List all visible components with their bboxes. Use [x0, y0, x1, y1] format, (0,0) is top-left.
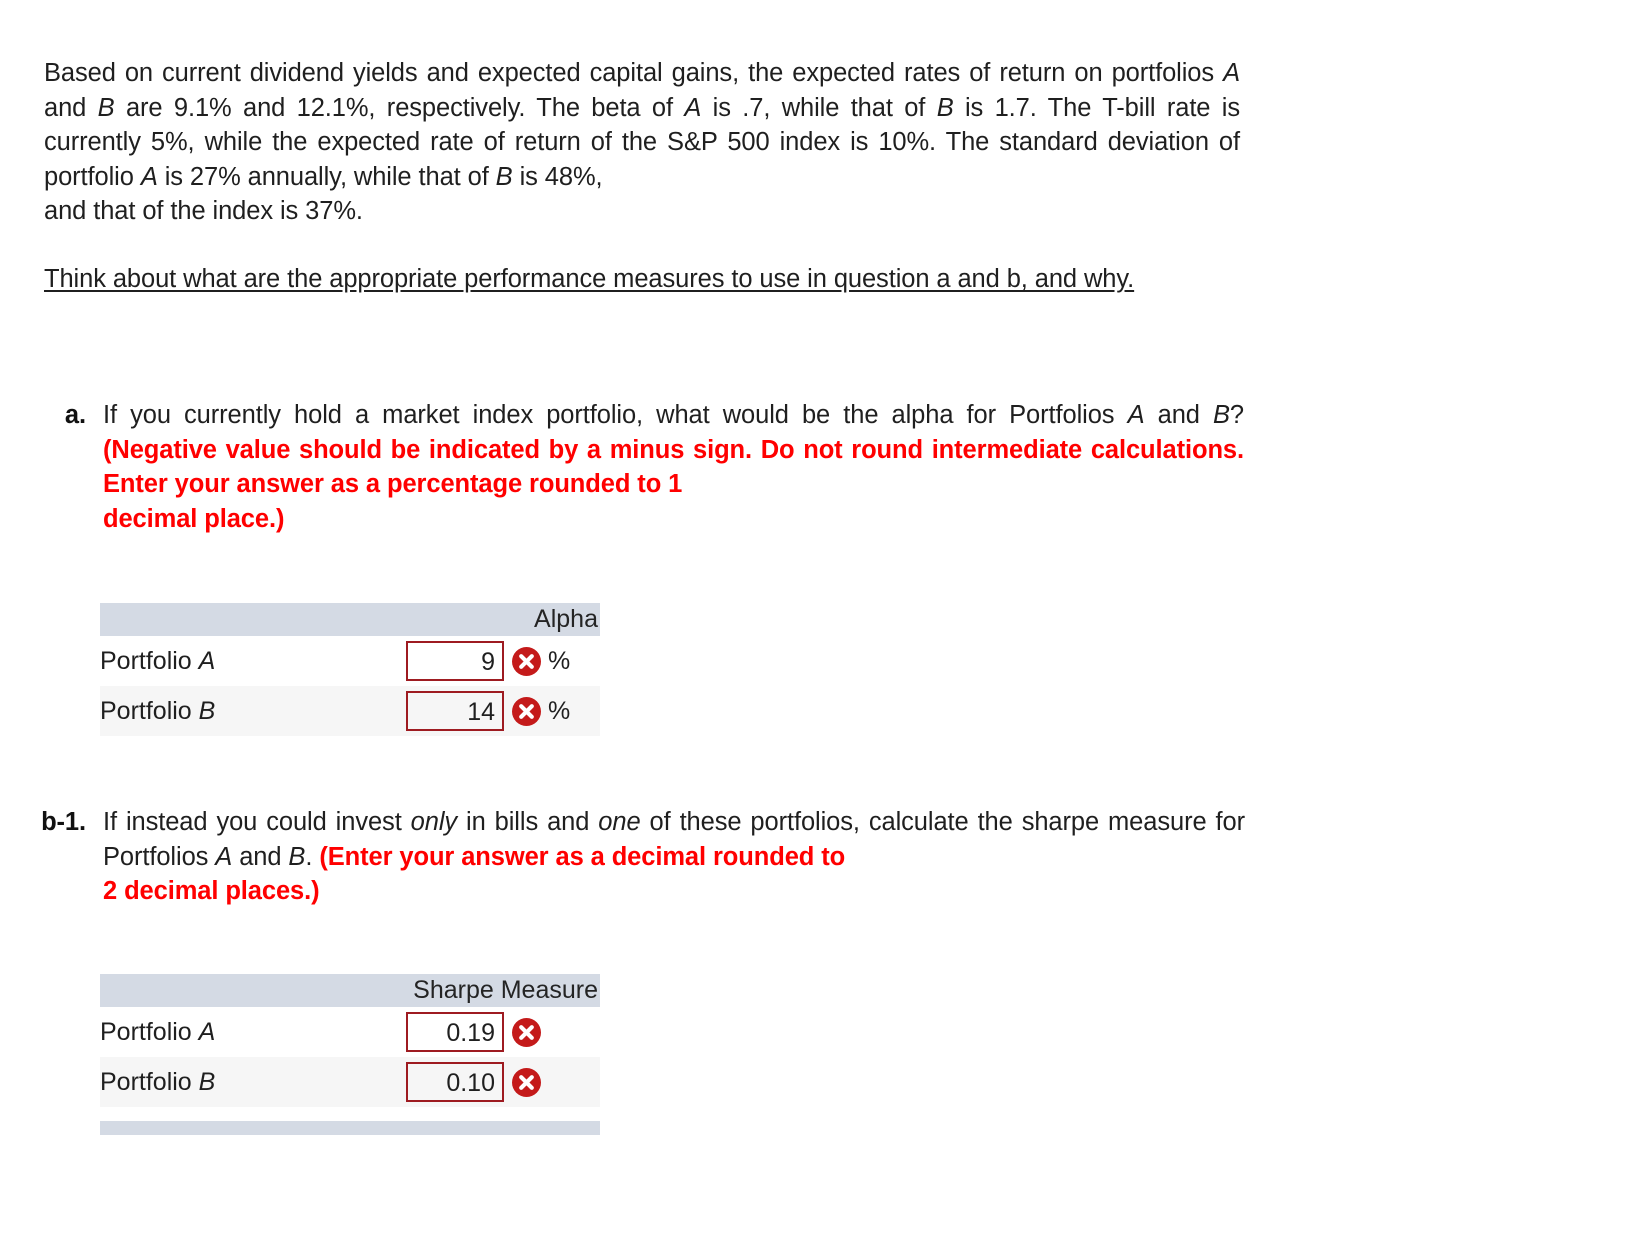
sharpe-row-b-input-cell: 0.10 [305, 1057, 504, 1107]
alpha-header-blank [100, 603, 305, 636]
x-circle-icon [511, 1067, 541, 1097]
alpha-table-header-row: Alpha [100, 603, 600, 636]
sharpe-header-blank [100, 974, 305, 1007]
alpha-row-a-status [504, 636, 548, 686]
sharpe-row-b-status [504, 1057, 548, 1107]
worksheet-page: Based on current dividend yields and exp… [0, 0, 1631, 1235]
alpha-row-a-label: Portfolio A [100, 636, 305, 686]
intro-last-line: and that of the index is 37%. [44, 197, 363, 225]
question-a: a. If you currently hold a market index … [44, 398, 1244, 536]
alpha-input-portfolio-b[interactable]: 14 [406, 691, 504, 731]
table-row: Portfolio A 9 % [100, 636, 600, 686]
table-row: Portfolio B 0.10 [100, 1057, 600, 1107]
sharpe-row-b-label: Portfolio B [100, 1057, 305, 1107]
alpha-row-b-status [504, 686, 548, 736]
portfolio-b-symbol: B [97, 93, 115, 122]
sharpe-table-header-row: Sharpe Measure [100, 974, 600, 1007]
alpha-row-b-unit: % [548, 686, 600, 736]
intro-line-1: Based on current dividend yields and exp… [44, 59, 1240, 191]
table-row: Portfolio B 14 % [100, 686, 600, 736]
sharpe-row-a-unit [548, 1007, 600, 1057]
alpha-row-a-input-cell: 9 [305, 636, 504, 686]
question-b1: b-1. If instead you could invest only in… [40, 805, 1245, 909]
question-a-marker: a. [64, 401, 86, 429]
sharpe-header-label: Sharpe Measure [305, 974, 600, 1007]
question-b1-instruction: (Enter your answer as a decimal rounded … [319, 842, 846, 871]
study-note: Think about what are the appropriate per… [44, 265, 1135, 293]
question-a-instruction-tail: decimal place.) [103, 504, 285, 533]
question-a-text: If you currently hold a market index por… [103, 398, 1244, 536]
x-circle-icon [511, 646, 541, 676]
portfolio-a-symbol: A [1223, 59, 1240, 87]
question-a-prompt: If you currently hold a market index por… [103, 401, 1244, 429]
sharpe-input-portfolio-a[interactable]: 0.19 [406, 1012, 504, 1052]
table-row: Portfolio A 0.19 [100, 1007, 600, 1057]
sharpe-answer-table: Sharpe Measure Portfolio A 0.19 Portfoli… [100, 974, 600, 1107]
question-b1-marker: b-1. [41, 808, 86, 836]
question-b1-instruction-tail: 2 decimal places.) [103, 877, 320, 906]
question-b1-text: If instead you could invest only in bill… [103, 805, 1245, 909]
sharpe-input-portfolio-b[interactable]: 0.10 [406, 1062, 504, 1102]
x-circle-icon [511, 1017, 541, 1047]
alpha-header-label: Alpha [305, 603, 600, 636]
sharpe-row-a-status [504, 1007, 548, 1057]
x-circle-icon [511, 696, 541, 726]
sharpe-row-a-label: Portfolio A [100, 1007, 305, 1057]
question-a-instruction: (Negative value should be indicated by a… [103, 435, 1244, 499]
alpha-row-a-unit: % [548, 636, 600, 686]
alpha-row-b-input-cell: 14 [305, 686, 504, 736]
sharpe-row-a-input-cell: 0.19 [305, 1007, 504, 1057]
sharpe-row-b-unit [548, 1057, 600, 1107]
alpha-row-b-label: Portfolio B [100, 686, 305, 736]
next-table-header-partial [100, 1121, 600, 1135]
alpha-answer-table: Alpha Portfolio A 9 % Portfolio B 14 % [100, 603, 600, 736]
problem-statement: Based on current dividend yields and exp… [44, 56, 1240, 229]
alpha-input-portfolio-a[interactable]: 9 [406, 641, 504, 681]
